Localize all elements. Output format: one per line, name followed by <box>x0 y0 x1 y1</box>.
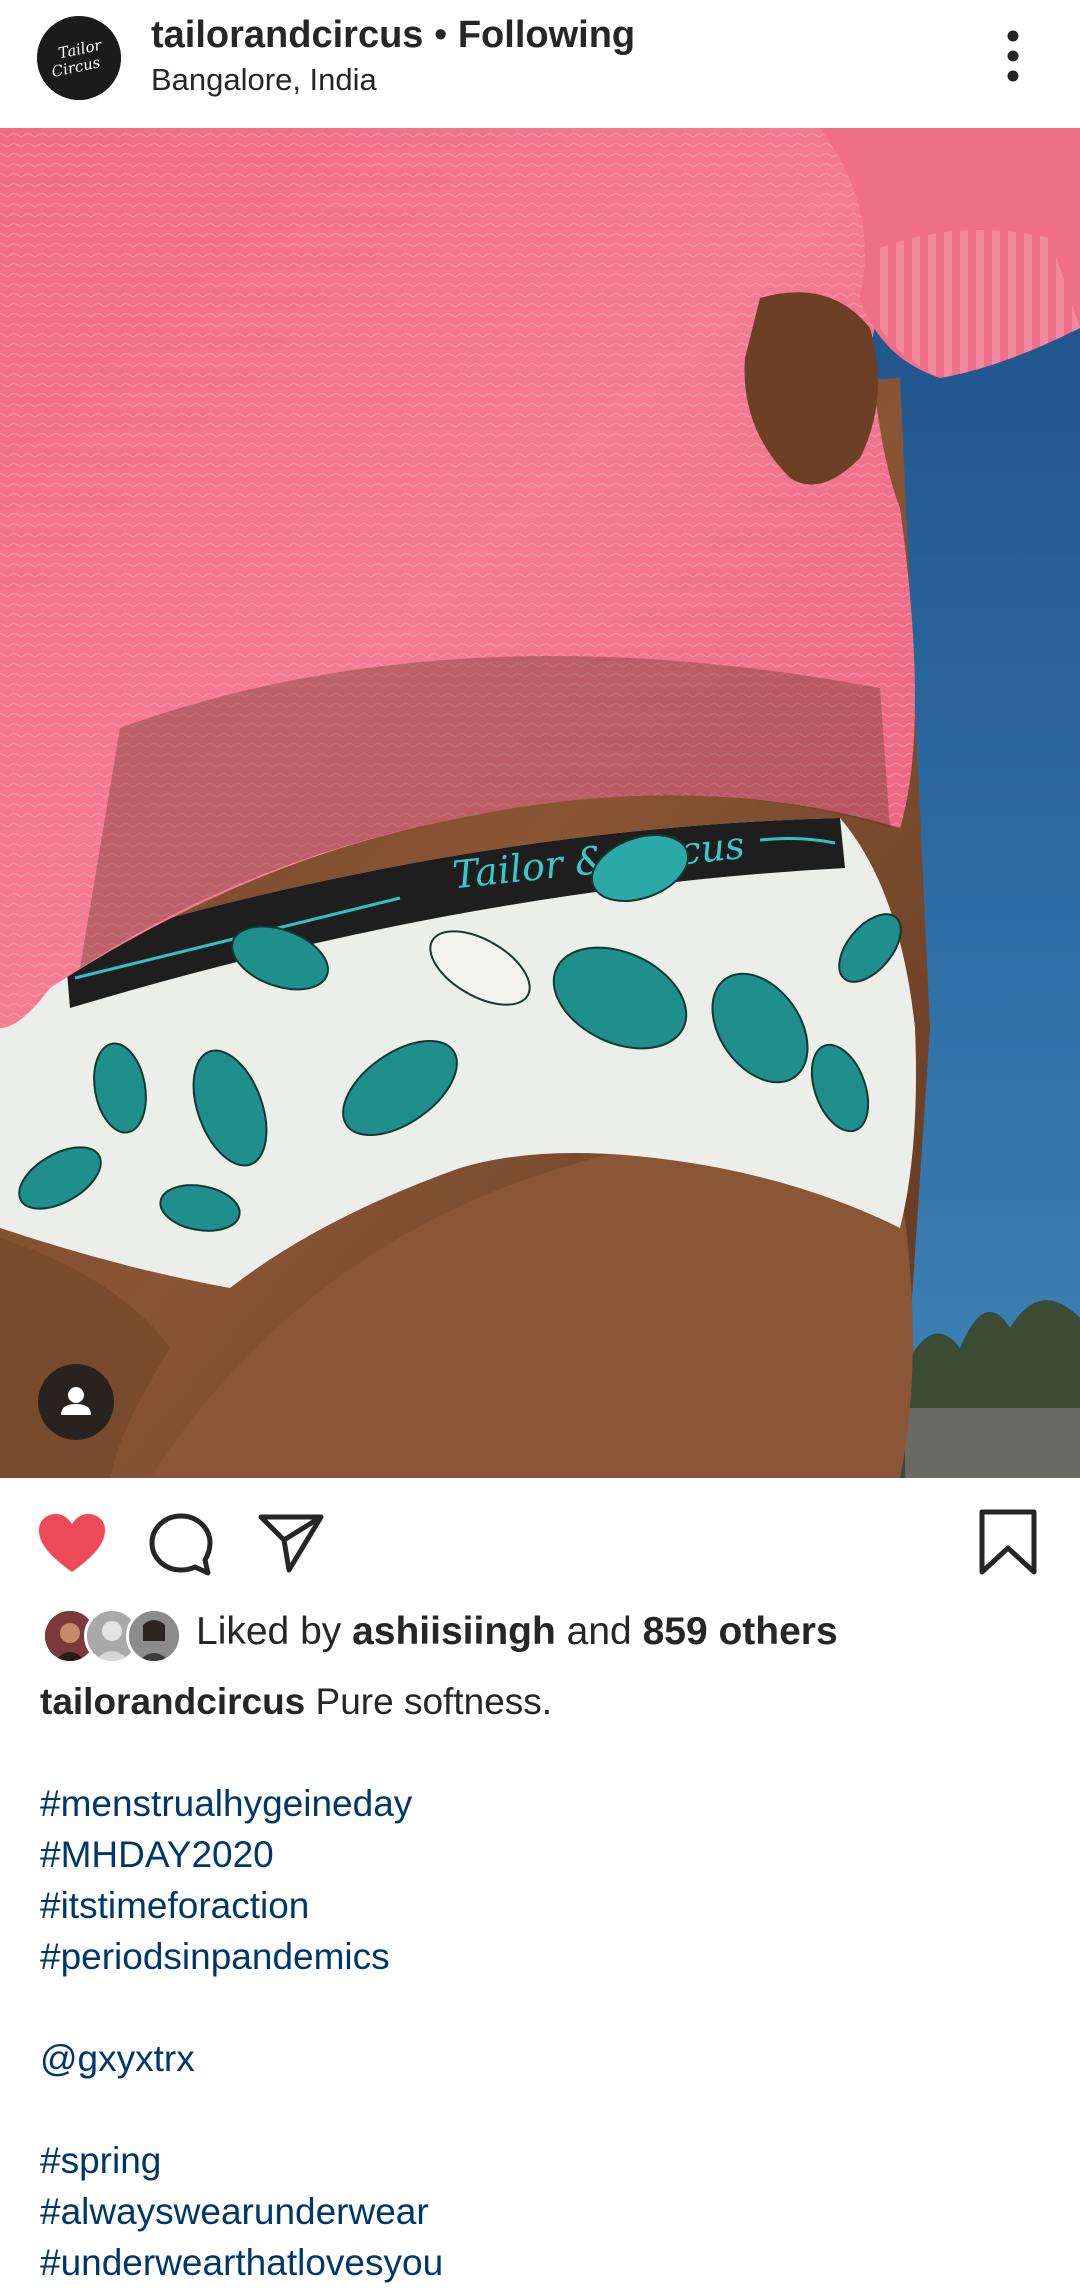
hashtag-link[interactable]: #periodsinpandemics <box>40 1931 1040 1982</box>
bookmark-icon[interactable] <box>978 1508 1038 1581</box>
username-line: tailorandcircus • Following <box>151 14 635 57</box>
hashtag-link[interactable]: #menstrualhygeineday <box>40 1778 1040 1829</box>
post-image[interactable]: Tailor & Circus <box>0 128 1080 1478</box>
liked-by-and: and <box>555 1610 643 1653</box>
more-options-icon[interactable] <box>995 28 1031 84</box>
username-link[interactable]: tailorandcircus <box>151 14 423 56</box>
caption-text: Pure softness. <box>315 1681 553 1722</box>
post-header: Tailor Circus tailorandcircus • Followin… <box>0 0 1080 128</box>
hashtag-link[interactable]: #spring <box>40 2135 1040 2186</box>
likes-row: Liked by ashiisiingh and 859 others <box>0 1606 1080 1666</box>
first-liker-link[interactable]: ashiisiingh <box>352 1610 556 1653</box>
like-heart-icon[interactable] <box>37 1512 107 1579</box>
hashtag-link[interactable]: #underwearthatlovesyou <box>40 2237 1040 2288</box>
others-link[interactable]: 859 others <box>643 1610 838 1653</box>
comment-icon[interactable] <box>148 1512 214 1583</box>
tagged-people-button[interactable] <box>38 1364 114 1440</box>
location-link[interactable]: Bangalore, India <box>151 62 377 98</box>
action-bar <box>0 1478 1080 1606</box>
following-button[interactable]: Following <box>458 14 635 56</box>
hashtag-link[interactable]: #alwayswearunderwear <box>40 2186 1040 2237</box>
profile-avatar[interactable]: Tailor Circus <box>37 16 121 100</box>
liked-by-prefix: Liked by <box>196 1610 353 1653</box>
share-send-icon[interactable] <box>257 1512 325 1579</box>
liked-by-text[interactable]: Liked by ashiisiingh and 859 others <box>196 1610 838 1654</box>
brand-logo: Tailor Circus <box>37 16 121 100</box>
caption-username-link[interactable]: tailorandcircus <box>40 1681 305 1722</box>
liker-avatar[interactable] <box>126 1608 182 1664</box>
caption: tailorandcircus Pure softness. #menstrua… <box>40 1676 1040 2288</box>
hashtag-link[interactable]: #itstimeforaction <box>40 1880 1040 1931</box>
caption-first-line: tailorandcircus Pure softness. <box>40 1676 1040 1727</box>
hashtag-link[interactable]: #MHDAY2020 <box>40 1829 1040 1880</box>
mention-link[interactable]: @gxyxtrx <box>40 2033 1040 2084</box>
person-icon <box>61 1387 91 1415</box>
separator-dot: • <box>423 14 458 56</box>
